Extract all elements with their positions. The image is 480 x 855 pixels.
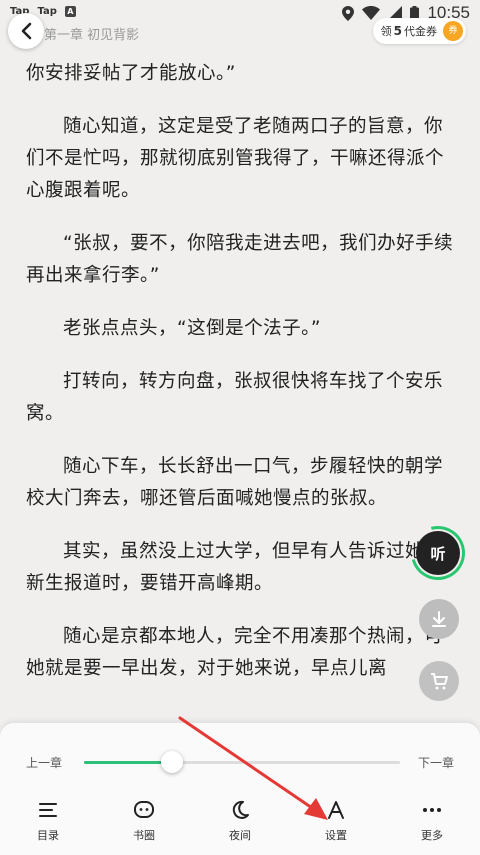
reading-content: 你安排妥帖了才能放心。” 随心知道，这定是受了老随两口子的旨意，你们不是忙吗，那… bbox=[26, 58, 458, 706]
slider-thumb[interactable] bbox=[161, 751, 184, 773]
toolbar: 目录 书圈 夜间 设置 更多 bbox=[0, 799, 480, 843]
location-icon bbox=[342, 5, 355, 21]
paragraph: “张叔，要不，你陪我走进去吧，我们办好手续再出来拿行李。” bbox=[26, 233, 454, 286]
slider-fill bbox=[84, 761, 173, 764]
tool-label: 夜间 bbox=[229, 829, 251, 842]
paragraph: 老张点点头，“这倒是个法子。” bbox=[63, 318, 321, 339]
chapter-progress-slider[interactable] bbox=[84, 751, 400, 773]
coupon-count: 5 bbox=[393, 24, 402, 38]
download-icon bbox=[432, 611, 446, 627]
tool-label: 书圈 bbox=[133, 829, 155, 842]
chevron-left-icon bbox=[21, 22, 32, 40]
paragraph: 打转向，转方向盘，张叔很快将车找了个安乐窝。 bbox=[26, 371, 444, 424]
next-chapter-button[interactable]: 下一章 bbox=[418, 754, 454, 771]
chapter-title: 第一章 初见背影 bbox=[44, 28, 140, 43]
tool-more[interactable]: 更多 bbox=[384, 799, 480, 843]
prev-chapter-button[interactable]: 上一章 bbox=[26, 754, 62, 771]
font-icon bbox=[328, 801, 344, 819]
app-notification-icon: A bbox=[64, 6, 76, 17]
paragraph: 你安排妥帖了才能放心。” bbox=[26, 63, 236, 84]
taptap-icon: Tap bbox=[37, 6, 57, 17]
chat-icon bbox=[134, 801, 154, 818]
tool-label: 更多 bbox=[421, 829, 443, 842]
listen-button[interactable]: 听 bbox=[416, 531, 460, 575]
cart-icon bbox=[431, 673, 448, 690]
coupon-prefix: 领 bbox=[380, 25, 392, 38]
paragraph: 其实，虽然没上过大学，但早有人告诉过她，新生报道时，要错开高峰期。 bbox=[26, 541, 444, 594]
moon-icon bbox=[232, 800, 249, 819]
paragraph: 随心知道，这定是受了老随两口子的旨意，你们不是忙吗，那就彻底别管我得了，干嘛还得… bbox=[26, 116, 445, 201]
paragraph: 随心是京都本地人，完全不用凑那个热闹，可她就是要一早出发，对于她来说，早点儿离 bbox=[26, 626, 444, 679]
coupon-icon: 券 bbox=[443, 21, 463, 41]
back-button[interactable] bbox=[8, 13, 44, 49]
more-icon bbox=[423, 808, 441, 812]
coupon-button[interactable]: 领 5 代金券 券 bbox=[372, 18, 466, 44]
listen-label: 听 bbox=[430, 544, 446, 563]
wifi-icon bbox=[362, 6, 381, 20]
cart-button[interactable] bbox=[419, 661, 459, 701]
reader-settings-panel: 上一章 下一章 目录 书圈 夜间 设置 更多 bbox=[0, 723, 480, 855]
tool-night-mode[interactable]: 夜间 bbox=[192, 799, 288, 843]
download-button[interactable] bbox=[419, 599, 459, 639]
tool-book-circle[interactable]: 书圈 bbox=[96, 799, 192, 843]
paragraph: 随心下车，长长舒出一口气，步履轻快的朝学校大门奔去，哪还管后面喊她慢点的张叔。 bbox=[26, 456, 444, 509]
tool-label: 设置 bbox=[325, 829, 347, 842]
tool-settings[interactable]: 设置 bbox=[288, 799, 384, 843]
coupon-suffix: 代金券 bbox=[404, 25, 437, 38]
menu-icon bbox=[39, 803, 57, 817]
tool-catalog[interactable]: 目录 bbox=[0, 799, 96, 843]
tool-label: 目录 bbox=[37, 829, 59, 842]
